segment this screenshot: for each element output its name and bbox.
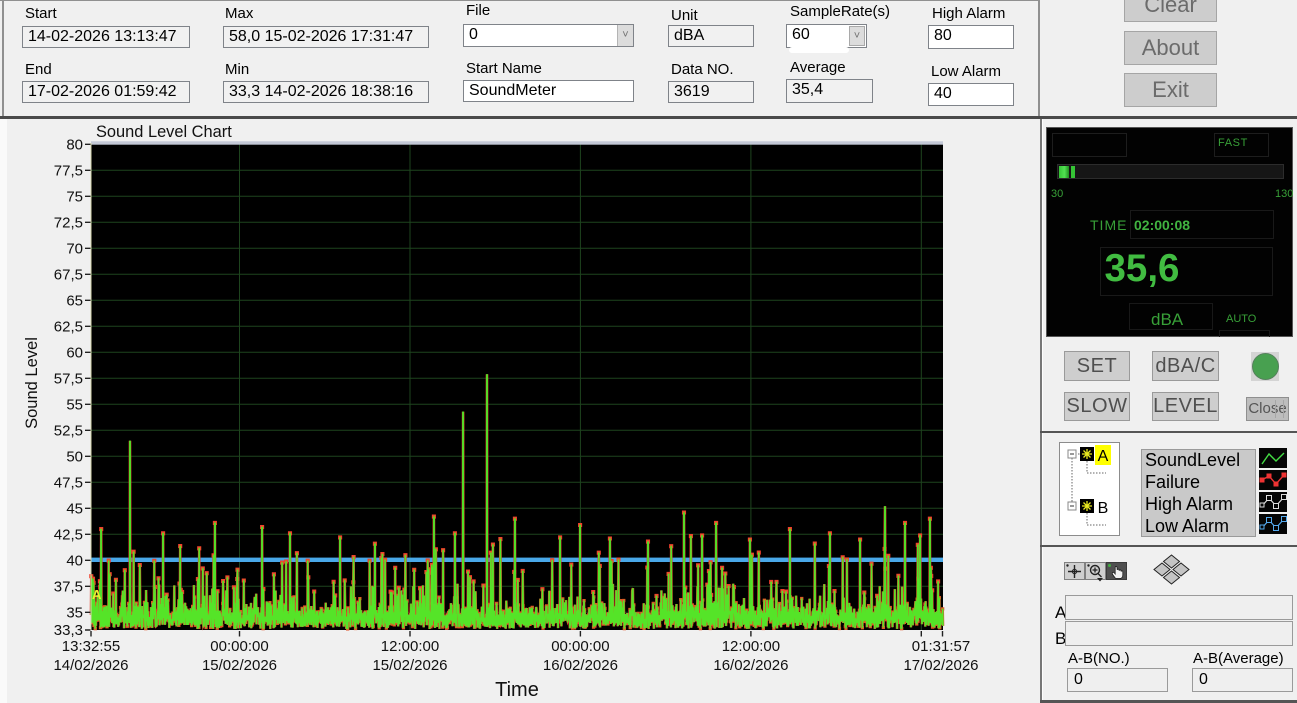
svg-text:13:32:55: 13:32:55 — [62, 638, 120, 655]
svg-text:00:00:00: 00:00:00 — [551, 638, 609, 655]
svg-text:16/02/2026: 16/02/2026 — [543, 657, 618, 674]
svg-text:Sound Level: Sound Level — [23, 337, 41, 429]
svg-text:A: A — [92, 587, 102, 602]
svg-text:70: 70 — [66, 241, 83, 258]
svg-text:65: 65 — [66, 293, 83, 310]
svg-text:33,3: 33,3 — [54, 622, 83, 639]
svg-text:72,5: 72,5 — [54, 215, 83, 232]
svg-text:62,5: 62,5 — [54, 319, 83, 336]
svg-text:A: A — [1098, 448, 1109, 465]
svg-text:37,5: 37,5 — [54, 579, 83, 596]
svg-text:B: B — [1098, 500, 1109, 517]
svg-text:14/02/2026: 14/02/2026 — [53, 657, 128, 674]
svg-text:57,5: 57,5 — [54, 371, 83, 388]
svg-text:12:00:00: 12:00:00 — [722, 638, 780, 655]
svg-text:17/02/2026: 17/02/2026 — [903, 657, 978, 674]
svg-text:15/02/2026: 15/02/2026 — [202, 657, 277, 674]
svg-text:15/02/2026: 15/02/2026 — [372, 657, 447, 674]
svg-text:52,5: 52,5 — [54, 423, 83, 440]
svg-text:50: 50 — [66, 449, 83, 466]
svg-text:Time: Time — [495, 679, 539, 701]
svg-text:16/02/2026: 16/02/2026 — [713, 657, 788, 674]
svg-text:55: 55 — [66, 397, 83, 414]
svg-text:42,5: 42,5 — [54, 527, 83, 544]
svg-text:01:31:57: 01:31:57 — [912, 638, 970, 655]
svg-text:47,5: 47,5 — [54, 475, 83, 492]
svg-text:Sound Level Chart: Sound Level Chart — [96, 123, 232, 141]
svg-text:60: 60 — [66, 345, 83, 362]
svg-text:75: 75 — [66, 189, 83, 206]
svg-text:80: 80 — [66, 137, 83, 154]
svg-text:45: 45 — [66, 501, 83, 518]
svg-text:77,5: 77,5 — [54, 163, 83, 180]
svg-text:40: 40 — [66, 553, 83, 570]
svg-text:12:00:00: 12:00:00 — [381, 638, 439, 655]
svg-text:67,5: 67,5 — [54, 267, 83, 284]
svg-text:00:00:00: 00:00:00 — [210, 638, 268, 655]
svg-text:35: 35 — [66, 605, 83, 622]
